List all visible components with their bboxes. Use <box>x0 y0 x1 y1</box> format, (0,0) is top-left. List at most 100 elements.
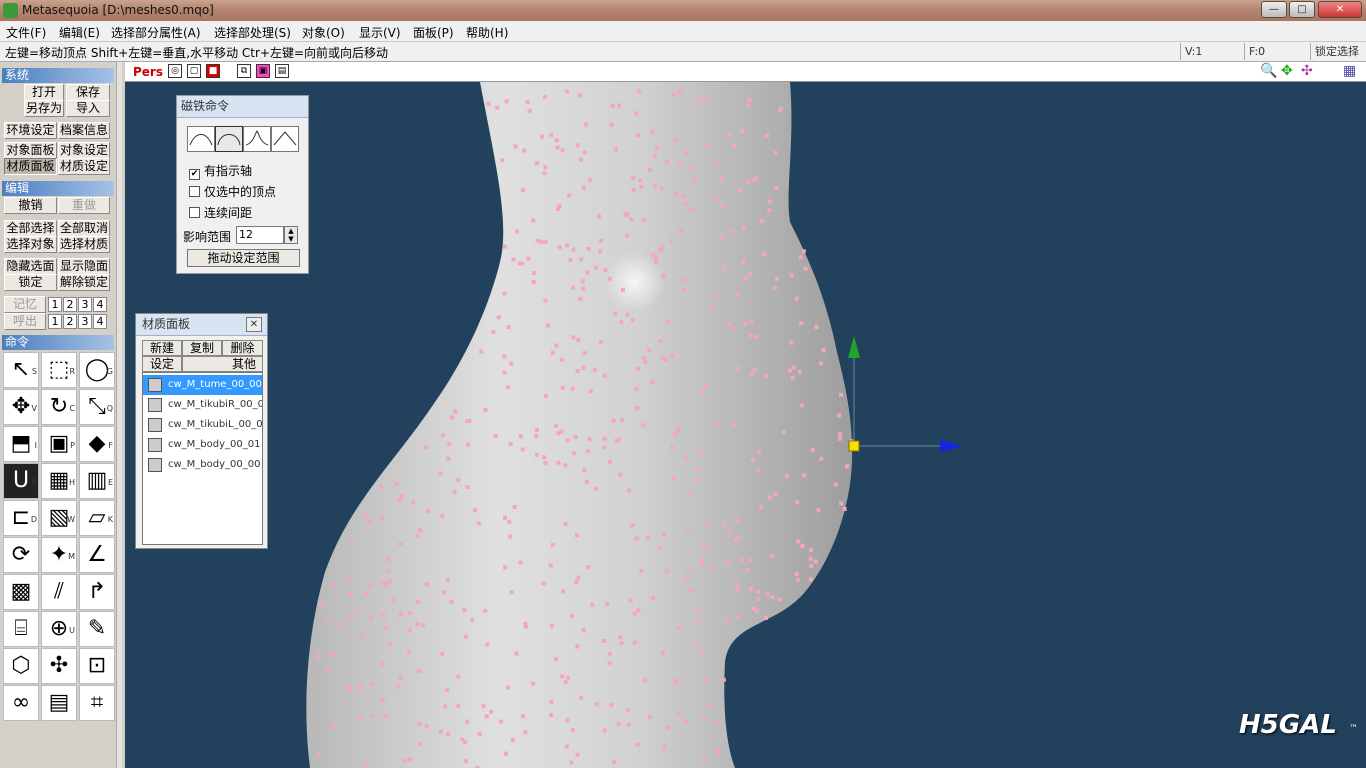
vertex-point[interactable] <box>579 257 584 262</box>
vertex-point[interactable] <box>364 592 369 596</box>
vertex-point[interactable] <box>808 556 813 561</box>
vertex-point[interactable] <box>789 273 794 278</box>
vertex-point[interactable] <box>438 729 443 734</box>
vertex-point[interactable] <box>754 334 758 339</box>
material-item[interactable]: cw_M_tikubiR_00_0 <box>143 395 262 415</box>
vertex-point[interactable] <box>638 178 643 183</box>
vertex-point[interactable] <box>505 385 510 390</box>
vertex-point[interactable] <box>734 582 739 586</box>
menu-select-process[interactable]: 选择部处理(S) <box>214 24 291 41</box>
vertex-point[interactable] <box>383 714 387 719</box>
vertex-point[interactable] <box>563 521 568 526</box>
vertex-point[interactable] <box>518 434 523 439</box>
tool-button-10[interactable]: UB <box>3 463 39 499</box>
vertex-point[interactable] <box>634 387 639 391</box>
tool-button-4[interactable]: ✥ V <box>3 389 39 425</box>
vertex-point[interactable] <box>681 278 686 282</box>
vertex-point[interactable] <box>520 714 525 719</box>
vertex-point[interactable] <box>686 526 691 531</box>
vertex-point[interactable] <box>565 438 570 443</box>
vertex-point[interactable] <box>801 249 806 254</box>
vertex-point[interactable] <box>476 521 481 526</box>
select-all-button[interactable]: 全部选择 <box>4 220 57 237</box>
vertex-point[interactable] <box>585 449 590 454</box>
vertex-point[interactable] <box>710 566 715 571</box>
vertex-point[interactable] <box>576 575 581 580</box>
range-spinner[interactable]: ▲ ▼ <box>284 226 298 244</box>
lock-selection-button[interactable]: 锁定选择 <box>1310 43 1366 60</box>
tool-button-9[interactable]: ◆ F <box>79 426 115 462</box>
vertex-point[interactable] <box>394 482 399 487</box>
vertex-point[interactable] <box>767 208 772 213</box>
vertex-point[interactable] <box>726 321 731 326</box>
vertex-point[interactable] <box>699 96 703 101</box>
vertex-point[interactable] <box>634 536 639 541</box>
vertex-point[interactable] <box>666 319 671 324</box>
vertex-point[interactable] <box>802 473 807 478</box>
vertex-point[interactable] <box>565 718 570 723</box>
vertex-point[interactable] <box>408 610 413 615</box>
vertex-point[interactable] <box>388 579 392 584</box>
vertex-point[interactable] <box>710 304 715 309</box>
vertex-point[interactable] <box>726 560 731 565</box>
recall-4[interactable]: 4 <box>93 314 107 329</box>
vertex-point[interactable] <box>386 569 391 574</box>
vertex-point[interactable] <box>522 148 527 153</box>
vertex-point[interactable] <box>839 501 844 506</box>
vertex-point[interactable] <box>554 343 559 348</box>
vertex-point[interactable] <box>722 264 726 269</box>
vertex-point[interactable] <box>735 291 740 296</box>
vertex-point[interactable] <box>519 261 524 266</box>
vertex-point[interactable] <box>643 360 648 365</box>
vertex-point[interactable] <box>702 716 706 721</box>
vertex-point[interactable] <box>531 681 536 686</box>
vertex-point[interactable] <box>503 515 508 520</box>
vertex-point[interactable] <box>756 450 761 455</box>
vertex-point[interactable] <box>495 105 500 110</box>
vertex-point[interactable] <box>625 213 630 217</box>
vertex-point[interactable] <box>424 724 429 729</box>
vertex-point[interactable] <box>549 713 554 717</box>
memory-2[interactable]: 2 <box>63 297 77 312</box>
vertex-point[interactable] <box>637 89 642 94</box>
vertex-point[interactable] <box>842 507 847 511</box>
vertex-point[interactable] <box>560 674 565 679</box>
vertex-point[interactable] <box>575 143 580 148</box>
copy-material-button[interactable]: 复制 <box>182 340 222 356</box>
vertex-point[interactable] <box>441 590 446 595</box>
vertex-point[interactable] <box>500 158 505 163</box>
vertex-point[interactable] <box>796 539 801 544</box>
falloff-curve-4[interactable] <box>271 126 299 152</box>
vertex-point[interactable] <box>357 686 362 691</box>
vertex-point[interactable] <box>631 187 636 192</box>
vertex-point[interactable] <box>740 128 744 133</box>
vertex-point[interactable] <box>630 523 635 528</box>
vertex-point[interactable] <box>496 315 501 320</box>
unlock-button[interactable]: 解除锁定 <box>58 274 110 291</box>
vertex-point[interactable] <box>763 615 768 620</box>
face-mode-icon[interactable]: ■ <box>206 64 220 78</box>
menu-file[interactable]: 文件(F) <box>6 24 46 41</box>
vertex-point[interactable] <box>703 384 708 388</box>
vertex-point[interactable] <box>479 349 484 354</box>
vertex-point[interactable] <box>714 720 719 725</box>
vertex-point[interactable] <box>426 508 430 513</box>
vertex-point[interactable] <box>685 578 690 583</box>
vertex-point[interactable] <box>575 369 580 373</box>
material-other-button[interactable]: 其他 <box>182 356 263 372</box>
vertex-point[interactable] <box>839 392 844 397</box>
vertex-point[interactable] <box>662 744 667 749</box>
vertex-point[interactable] <box>778 108 783 113</box>
vertex-point[interactable] <box>446 732 451 737</box>
object-settings-button[interactable]: 对象设定 <box>58 142 110 159</box>
vertex-point[interactable] <box>794 296 799 301</box>
vertex-point[interactable] <box>486 101 491 106</box>
vertex-point[interactable] <box>785 474 789 479</box>
save-as-button[interactable]: 另存为 <box>24 100 64 117</box>
vertex-point[interactable] <box>565 243 570 248</box>
vertex-point[interactable] <box>502 354 507 359</box>
tool-button-2[interactable]: ⬚ R <box>41 352 77 388</box>
vertex-point[interactable] <box>641 423 646 428</box>
vertex-point[interactable] <box>358 716 363 721</box>
vertex-point[interactable] <box>560 385 565 390</box>
